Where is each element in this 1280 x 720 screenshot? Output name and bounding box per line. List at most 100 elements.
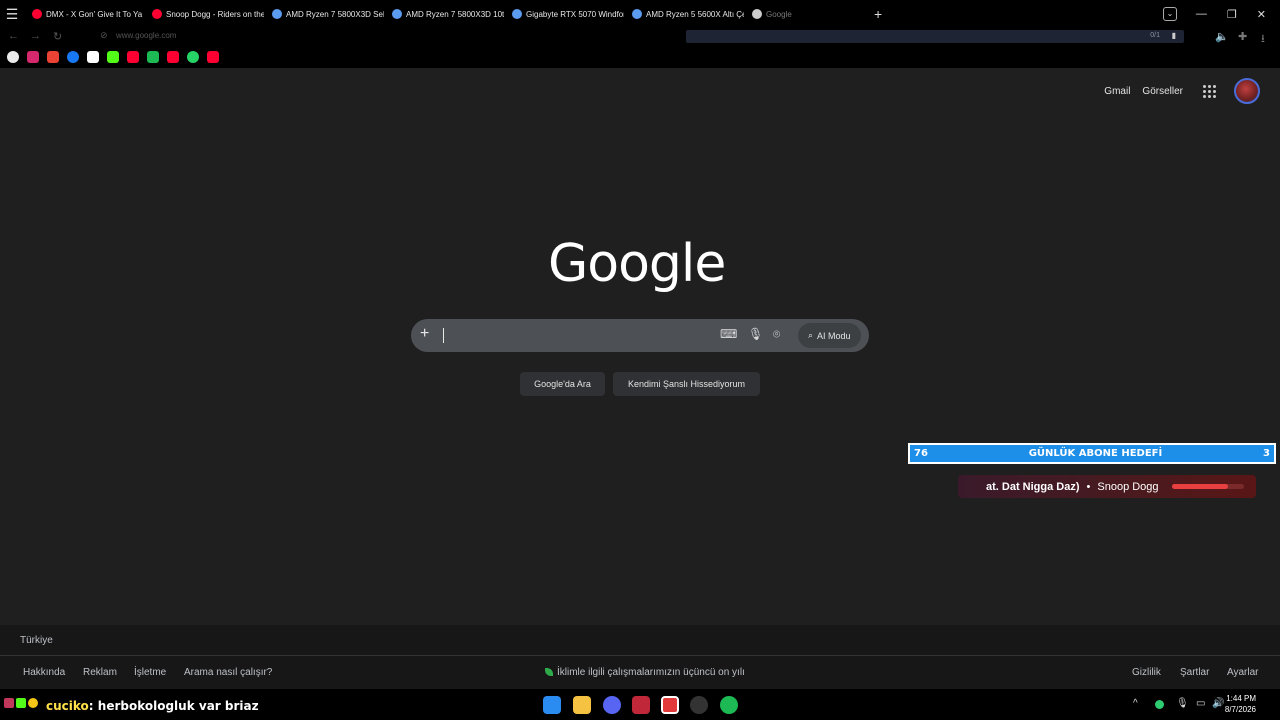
windows-start-icon[interactable] [543,696,561,714]
tab-rtx-5070[interactable]: Gigabyte RTX 5070 Windfor [504,0,624,28]
footer-climate-link[interactable]: İklimle ilgili çalışmalarımızın üçüncü o… [545,667,745,678]
tab-label: Google [766,9,792,19]
avatar[interactable] [1234,78,1260,104]
speaker-icon[interactable]: 🔈 [1215,30,1229,43]
url-field[interactable]: www.google.com [116,31,176,40]
search-sparkle-icon: ⌕ [808,330,814,340]
artist-name: Snoop Dogg [1097,480,1159,493]
keyboard-icon[interactable]: ⌨ [720,327,737,341]
ai-mode-button[interactable]: ⌕ AI Modu [798,323,861,348]
subscriber-badge-icon [28,698,38,708]
whatsapp-bookmark-icon[interactable] [187,51,199,63]
check-icon [632,9,642,19]
goal-right-value: 3 [1263,448,1270,459]
volume-icon[interactable]: 🔊 [1212,698,1224,709]
gmail-bookmark-icon[interactable] [47,51,59,63]
discord-icon[interactable] [603,696,621,714]
instagram-bookmark-icon[interactable] [27,51,39,63]
separator: • [1086,480,1091,493]
spotify-icon[interactable] [720,696,738,714]
tab-ryzen-5800x3d-a[interactable]: AMD Ryzen 7 5800X3D Sek [264,0,384,28]
bookmarks-bar [0,46,1280,68]
find-count: 0/1 [1150,32,1160,39]
tab-label: AMD Ryzen 7 5800X3D Sek [286,9,384,19]
x-bookmark-icon[interactable] [87,51,99,63]
tab-search-icon[interactable]: ⌄ [1163,7,1177,21]
footer-privacy-link[interactable]: Gizlilik [1132,667,1161,678]
google-search-button[interactable]: Google'da Ara [520,372,605,396]
footer-links: Hakkında Reklam İşletme Arama nasıl çalı… [0,656,1280,689]
song-title: at. Dat Nigga Daz) [986,480,1080,493]
kick-badge-icon [16,698,26,708]
tab-label: Gigabyte RTX 5070 Windfor [526,9,624,19]
clock[interactable]: 1:44 PM 8/7/2026 [1225,693,1256,715]
footer-how-search-works-link[interactable]: Arama nasıl çalışır? [184,667,272,678]
tab-snoop[interactable]: Snoop Dogg - Riders on the [144,0,264,28]
images-link[interactable]: Görseller [1142,86,1183,97]
tab-google[interactable]: Google [744,0,864,28]
clock-date: 8/7/2026 [1224,705,1256,714]
tab-bar: ☰ DMX - X Gon' Give It To Ya | Snoop Dog… [0,0,1280,28]
search-input[interactable] [443,328,444,343]
youtube-icon [32,9,42,19]
tab-ryzen-5800x3d-b[interactable]: AMD Ryzen 7 5800X3D 10t [384,0,504,28]
badge-icon [4,698,14,708]
restore-icon[interactable]: ❐ [1227,8,1237,21]
steam-icon[interactable] [690,696,708,714]
youtube-bookmark-icon[interactable] [167,51,179,63]
goal-title: GÜNLÜK ABONE HEDEFİ [1028,448,1163,459]
reload-icon[interactable]: ↻ [53,30,62,43]
search-box[interactable]: + ⌨ 🎙 ⌾ ⌕ AI Modu [411,319,869,352]
menu-icon[interactable]: ☰ [0,0,24,28]
youtube-bookmark-icon[interactable] [127,51,139,63]
check-icon [272,9,282,19]
song-progress-fill [1172,484,1229,489]
tab-dmx[interactable]: DMX - X Gon' Give It To Ya | [24,0,144,28]
tab-ryzen-5600x[interactable]: AMD Ryzen 5 5600X Altı Çe [624,0,744,28]
bookmark-icon[interactable]: ▮ [1172,31,1176,40]
status-dot-icon[interactable] [1155,700,1164,709]
leaf-icon [545,668,553,676]
back-icon[interactable]: ← [8,30,19,42]
new-tab-button[interactable]: + [874,6,882,22]
youtube-bookmark-icon[interactable] [207,51,219,63]
footer-country: Türkiye [0,625,1280,656]
feeling-lucky-button[interactable]: Kendimi Şanslı Hissediyorum [613,372,760,396]
microphone-icon[interactable]: 🎙 [748,327,763,341]
minimize-icon[interactable]: — [1196,8,1207,20]
facebook-bookmark-icon[interactable] [67,51,79,63]
add-icon[interactable]: + [420,325,429,343]
app-icon[interactable] [632,696,650,714]
hepsiburada-icon [392,9,402,19]
taskbar: cuciko: herbokologluk var briaz ^ 🎙 ▭ 🔊 … [0,689,1280,720]
goal-left-value: 76 [914,448,928,459]
song-progress-bar [1172,484,1244,489]
footer-settings-link[interactable]: Ayarlar [1227,667,1259,678]
footer-advertising-link[interactable]: Reklam [83,667,117,678]
footer-about-link[interactable]: Hakkında [23,667,65,678]
subscriber-goal-overlay: 76 GÜNLÜK ABONE HEDEFİ 3 [908,443,1276,464]
kick-bookmark-icon[interactable] [107,51,119,63]
chat-text: : herbokologluk var briaz [88,699,259,713]
extensions-icon[interactable]: ✚ [1238,30,1247,43]
footer-terms-link[interactable]: Şartlar [1180,667,1209,678]
forward-icon[interactable]: → [30,30,41,42]
google-bookmark-icon[interactable] [7,51,19,63]
file-explorer-icon[interactable] [573,696,591,714]
gmail-link[interactable]: Gmail [1104,86,1130,97]
chat-message: cuciko: herbokologluk var briaz [46,699,259,713]
google-logo: Google [548,234,726,294]
close-icon[interactable]: ✕ [1257,8,1266,21]
network-icon[interactable]: ▭ [1196,698,1205,709]
vivaldi-icon[interactable] [661,696,679,714]
find-bar[interactable]: 0/1 ▮ [686,30,1184,43]
tab-label: AMD Ryzen 5 5600X Altı Çe [646,9,744,19]
tray-overflow-icon[interactable]: ^ [1133,698,1138,709]
site-info-icon[interactable]: ⊘ [100,30,108,41]
spotify-bookmark-icon[interactable] [147,51,159,63]
chat-username: cuciko [46,699,89,713]
footer-business-link[interactable]: İşletme [134,667,166,678]
apps-grid-icon[interactable] [1203,84,1216,98]
microphone-icon[interactable]: 🎙 [1176,698,1189,709]
lens-icon[interactable]: ⌾ [773,327,780,342]
